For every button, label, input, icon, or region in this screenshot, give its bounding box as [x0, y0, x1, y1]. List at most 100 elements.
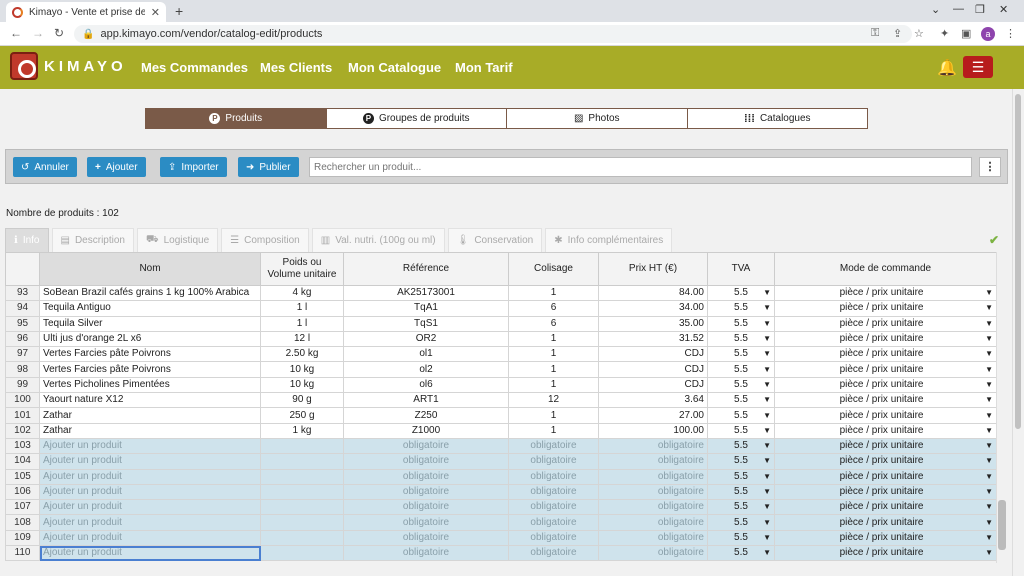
dropdown-arrow-icon[interactable]: ▼ [985, 409, 993, 422]
cell-reference-required[interactable]: obligatoire [343, 514, 509, 531]
nav-mes-clients[interactable]: Mes Clients [260, 60, 332, 75]
cell-mode[interactable]: ▼ pièce / prix unitaire [774, 361, 997, 378]
cell-price-required[interactable]: obligatoire [598, 514, 708, 531]
column-header-mode[interactable]: Mode de commande [774, 252, 997, 286]
cell-reference[interactable]: TqS1 [343, 315, 509, 332]
cell-tva[interactable]: ▼ 5.5 [707, 284, 775, 302]
cell-price-required[interactable]: obligatoire [598, 453, 708, 470]
cell-tva[interactable]: ▼ 5.5 [707, 545, 775, 562]
cell-reference[interactable]: OR2 [343, 330, 509, 348]
cell-mode[interactable]: ▼ pièce / prix unitaire [774, 300, 997, 317]
cell-reference-required[interactable]: obligatoire [343, 499, 509, 516]
dropdown-arrow-icon[interactable]: ▼ [985, 516, 993, 529]
cell-weight[interactable]: 1 l [260, 300, 344, 317]
cell-tva[interactable]: ▼ 5.5 [707, 361, 775, 378]
cell-name[interactable]: Vertes Farcies pâte Poivrons [39, 346, 261, 363]
product-search-input[interactable] [309, 157, 972, 177]
cell-price-required[interactable]: obligatoire [598, 483, 708, 501]
row-number[interactable]: 101 [5, 407, 40, 424]
row-number[interactable]: 107 [5, 499, 40, 516]
dropdown-arrow-icon[interactable]: ▼ [985, 470, 993, 483]
cell-reference-required[interactable]: obligatoire [343, 545, 509, 562]
tab-logistique[interactable]: ⛟ Logistique [136, 228, 219, 252]
cell-reference[interactable]: Z1000 [343, 422, 509, 439]
dropdown-arrow-icon[interactable]: ▼ [985, 317, 993, 330]
dropdown-arrow-icon[interactable]: ▼ [985, 439, 993, 452]
cell-name-placeholder[interactable]: Ajouter un produit [39, 529, 261, 547]
tab-composition[interactable]: ☰ Composition [221, 228, 309, 252]
cell-mode[interactable]: ▼ pièce / prix unitaire [774, 407, 997, 424]
row-number[interactable]: 110 [5, 545, 40, 562]
cell-weight[interactable] [260, 483, 344, 501]
cell-weight[interactable]: 1 kg [260, 422, 344, 439]
cell-mode[interactable]: ▼ pièce / prix unitaire [774, 468, 997, 485]
cell-mode[interactable]: ▼ pièce / prix unitaire [774, 545, 997, 562]
hamburger-menu-button[interactable]: ☰ [963, 56, 993, 78]
cell-name-placeholder[interactable]: Ajouter un produit [39, 514, 261, 531]
cell-price[interactable]: CDJ [598, 346, 708, 363]
tab-catalogues[interactable]: ⁞⁞⁞ Catalogues [686, 109, 868, 128]
cell-mode[interactable]: ▼ pièce / prix unitaire [774, 483, 997, 501]
profile-avatar[interactable]: a [981, 27, 995, 41]
cell-weight[interactable] [260, 499, 344, 516]
cell-price-required[interactable]: obligatoire [598, 437, 708, 455]
cell-name[interactable]: Tequila Antiguo [39, 300, 261, 317]
cell-mode[interactable]: ▼ pièce / prix unitaire [774, 376, 997, 394]
cell-price[interactable]: 31.52 [598, 330, 708, 348]
cell-tva[interactable]: ▼ 5.5 [707, 407, 775, 424]
cell-name-placeholder[interactable]: Ajouter un produit [39, 437, 261, 455]
dropdown-arrow-icon[interactable]: ▼ [985, 287, 993, 300]
cell-price[interactable]: 100.00 [598, 422, 708, 439]
cell-colisage[interactable]: 1 [508, 346, 599, 363]
row-number[interactable]: 103 [5, 437, 40, 455]
nav-mes-commandes[interactable]: Mes Commandes [141, 60, 248, 75]
bell-icon[interactable]: 🔔 [937, 58, 957, 78]
cell-price[interactable]: 34.00 [598, 300, 708, 317]
cell-colisage[interactable]: 1 [508, 361, 599, 378]
cell-mode[interactable]: ▼ pièce / prix unitaire [774, 315, 997, 332]
tab-produits[interactable]: P Produits [146, 109, 326, 128]
cell-name-placeholder[interactable]: Ajouter un produit [39, 483, 261, 501]
cell-colisage-required[interactable]: obligatoire [508, 499, 599, 516]
cell-tva[interactable]: ▼ 5.5 [707, 483, 775, 501]
cell-weight[interactable]: 1 l [260, 315, 344, 332]
cell-weight[interactable] [260, 545, 344, 562]
cell-price-required[interactable]: obligatoire [598, 545, 708, 562]
maximize-icon[interactable]: ❐ [975, 3, 985, 16]
back-icon[interactable]: ← [10, 26, 22, 40]
tab-info[interactable]: ℹ Info [5, 228, 49, 252]
row-number[interactable]: 106 [5, 483, 40, 501]
tab-val-nutri[interactable]: ▥ Val. nutri. (100g ou ml) [311, 228, 445, 252]
cell-name-placeholder[interactable]: Ajouter un produit [39, 468, 261, 485]
cell-weight[interactable]: 10 kg [260, 376, 344, 394]
dropdown-arrow-icon[interactable]: ▼ [985, 348, 993, 361]
cell-price-required[interactable]: obligatoire [598, 529, 708, 547]
dropdown-arrow-icon[interactable]: ▼ [985, 424, 993, 437]
cell-name[interactable]: Yaourt nature X12 [39, 392, 261, 409]
cell-tva[interactable]: ▼ 5.5 [707, 346, 775, 363]
cell-name[interactable]: SoBean Brazil cafés grains 1 kg 100% Ara… [39, 284, 261, 302]
cell-colisage-required[interactable]: obligatoire [508, 483, 599, 501]
cell-price[interactable]: CDJ [598, 376, 708, 394]
cell-colisage[interactable]: 1 [508, 407, 599, 424]
tab-conservation[interactable]: 🌡 Conservation [447, 228, 543, 252]
cell-price[interactable]: 84.00 [598, 284, 708, 302]
star-icon[interactable]: ☆ [914, 27, 924, 40]
cell-mode[interactable]: ▼ pièce / prix unitaire [774, 453, 997, 470]
cancel-button[interactable]: ↺ Annuler [13, 157, 77, 177]
cell-colisage-required[interactable]: obligatoire [508, 545, 599, 562]
cell-name-placeholder[interactable]: Ajouter un produit [39, 545, 261, 562]
chevron-down-icon[interactable]: ⌄ [931, 3, 940, 16]
cell-mode[interactable]: ▼ pièce / prix unitaire [774, 330, 997, 348]
cell-price-required[interactable]: obligatoire [598, 468, 708, 485]
dropdown-arrow-icon[interactable]: ▼ [985, 302, 993, 315]
share-icon[interactable]: ⇪ [893, 27, 902, 40]
cell-reference[interactable]: TqA1 [343, 300, 509, 317]
cell-mode[interactable]: ▼ pièce / prix unitaire [774, 499, 997, 516]
column-header-reference[interactable]: Référence [343, 252, 509, 286]
cell-reference-required[interactable]: obligatoire [343, 468, 509, 485]
row-number[interactable]: 96 [5, 330, 40, 348]
cell-reference[interactable]: Z250 [343, 407, 509, 424]
extensions-icon[interactable]: ✦ [940, 27, 949, 40]
cell-price[interactable]: 3.64 [598, 392, 708, 409]
